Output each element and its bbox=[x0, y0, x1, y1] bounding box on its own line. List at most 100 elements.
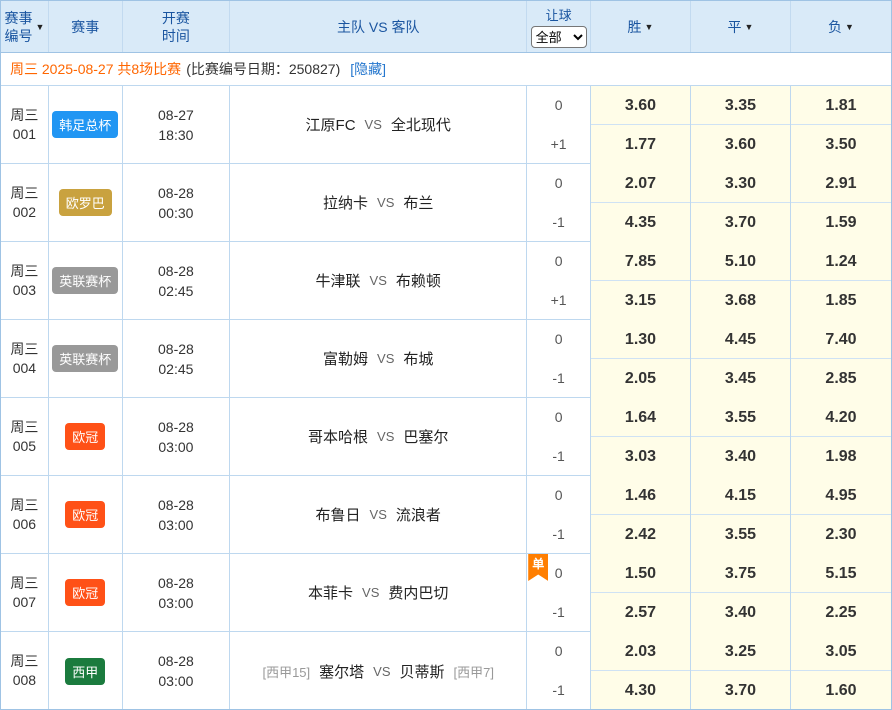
win-odds-column: 2.03 4.30 bbox=[591, 632, 691, 710]
caret-down-icon: ▼ bbox=[645, 22, 654, 32]
odds-cell-draw-line0[interactable]: 4.15 bbox=[691, 476, 790, 515]
odds-cell-lose-line0[interactable]: 4.20 bbox=[791, 398, 891, 437]
header-lose[interactable]: 负 ▼ bbox=[791, 1, 891, 52]
teams-cell[interactable]: 江原FC VS 全北现代 bbox=[230, 86, 527, 163]
handicap-cell: 0 -1 bbox=[527, 476, 591, 553]
odds-cell-lose-line0[interactable]: 4.95 bbox=[791, 476, 891, 515]
teams-cell[interactable]: 富勒姆 VS 布城 bbox=[230, 320, 527, 397]
teams-cell[interactable]: 拉纳卡 VS 布兰 bbox=[230, 164, 527, 241]
odds-cell-win-line0[interactable]: 3.60 bbox=[591, 86, 690, 125]
win-odds-column: 1.50 2.57 bbox=[591, 554, 691, 631]
vs-label: VS bbox=[362, 585, 379, 600]
odds-cell-lose-line1[interactable]: 2.85 bbox=[791, 359, 891, 398]
odds-cell-win-line1[interactable]: 2.42 bbox=[591, 515, 690, 554]
odds-cell-draw-line1[interactable]: 3.40 bbox=[691, 593, 790, 632]
time-cell: 08-27 18:30 bbox=[123, 86, 231, 163]
time-cell: 08-28 03:00 bbox=[123, 398, 231, 475]
odds-cell-lose-line0[interactable]: 7.40 bbox=[791, 320, 891, 359]
handicap-value: 0 bbox=[527, 242, 590, 281]
match-no-cell: 周三 005 bbox=[1, 398, 49, 475]
hide-link[interactable]: [隐藏] bbox=[350, 59, 386, 79]
odds-cell-lose-line1[interactable]: 1.60 bbox=[791, 671, 891, 710]
odds-cell-win-line1[interactable]: 3.15 bbox=[591, 281, 690, 320]
odds-cell-win-line1[interactable]: 4.35 bbox=[591, 203, 690, 242]
match-time: 03:00 bbox=[158, 437, 193, 457]
lose-odds-column: 4.20 1.98 bbox=[791, 398, 891, 475]
teams-cell[interactable]: 布鲁日 VS 流浪者 bbox=[230, 476, 527, 553]
match-number: 002 bbox=[13, 203, 36, 222]
odds-cell-lose-line0[interactable]: 3.05 bbox=[791, 632, 891, 671]
odds-cell-win-line0[interactable]: 1.50 bbox=[591, 554, 690, 593]
odds-cell-draw-line1[interactable]: 3.55 bbox=[691, 515, 790, 554]
lose-odds-column: 1.81 3.50 bbox=[791, 86, 891, 163]
odds-cell-win-line0[interactable]: 1.64 bbox=[591, 398, 690, 437]
teams-cell[interactable]: 本菲卡 VS 费内巴切 bbox=[230, 554, 527, 631]
odds-cell-draw-line1[interactable]: 3.60 bbox=[691, 125, 790, 164]
odds-cell-draw-line1[interactable]: 3.40 bbox=[691, 437, 790, 476]
odds-cell-win-line0[interactable]: 7.85 bbox=[591, 242, 690, 281]
handicap-cell: 0 +1 bbox=[527, 242, 591, 319]
odds-cell-lose-line0[interactable]: 1.24 bbox=[791, 242, 891, 281]
odds-cell-win-line0[interactable]: 2.03 bbox=[591, 632, 690, 671]
home-team: 拉纳卡 bbox=[323, 192, 368, 213]
match-no-cell: 周三 002 bbox=[1, 164, 49, 241]
odds-cell-lose-line0[interactable]: 1.81 bbox=[791, 86, 891, 125]
odds-cell-win-line1[interactable]: 2.05 bbox=[591, 359, 690, 398]
caret-down-icon: ▼ bbox=[845, 22, 854, 32]
league-badge: 英联赛杯 bbox=[52, 267, 118, 294]
odds-cell-draw-line0[interactable]: 4.45 bbox=[691, 320, 790, 359]
odds-cell-lose-line0[interactable]: 5.15 bbox=[791, 554, 891, 593]
lose-odds-column: 5.15 2.25 bbox=[791, 554, 891, 631]
odds-cell-draw-line0[interactable]: 3.35 bbox=[691, 86, 790, 125]
odds-cell-draw-line0[interactable]: 3.55 bbox=[691, 398, 790, 437]
match-no-cell: 周三 008 bbox=[1, 632, 49, 710]
teams-cell[interactable]: 牛津联 VS 布赖顿 bbox=[230, 242, 527, 319]
match-no-cell: 周三 004 bbox=[1, 320, 49, 397]
match-row: 周三 002 欧罗巴 08-28 00:30 拉纳卡 VS 布兰 0 -1 2.… bbox=[1, 164, 891, 242]
odds-cell-lose-line1[interactable]: 1.59 bbox=[791, 203, 891, 242]
odds-cell-win-line0[interactable]: 1.46 bbox=[591, 476, 690, 515]
teams-cell[interactable]: [西甲15] 塞尔塔 VS 贝蒂斯 [西甲7] bbox=[230, 632, 527, 710]
match-row: 周三 006 欧冠 08-28 03:00 布鲁日 VS 流浪者 0 -1 1.… bbox=[1, 476, 891, 554]
odds-cell-win-line1[interactable]: 4.30 bbox=[591, 671, 690, 710]
header-match-no[interactable]: 赛事 编号 ▼ bbox=[1, 1, 49, 52]
handicap-cell: 0 +1 bbox=[527, 86, 591, 163]
odds-cell-lose-line1[interactable]: 1.85 bbox=[791, 281, 891, 320]
odds-cell-draw-line0[interactable]: 5.10 bbox=[691, 242, 790, 281]
match-date: 08-28 bbox=[158, 573, 194, 593]
odds-cell-draw-line1[interactable]: 3.70 bbox=[691, 203, 790, 242]
odds-table: 赛事 编号 ▼ 赛事 开赛 时间 主队 VS 客队 让球 全部 bbox=[0, 0, 892, 710]
odds-cell-win-line0[interactable]: 2.07 bbox=[591, 164, 690, 203]
odds-cell-win-line1[interactable]: 1.77 bbox=[591, 125, 690, 164]
header-win[interactable]: 胜 ▼ bbox=[591, 1, 691, 52]
odds-cell-draw-line1[interactable]: 3.68 bbox=[691, 281, 790, 320]
odds-cell-win-line1[interactable]: 2.57 bbox=[591, 593, 690, 632]
handicap-filter-select[interactable]: 全部 bbox=[531, 26, 587, 48]
odds-cell-lose-line0[interactable]: 2.91 bbox=[791, 164, 891, 203]
league-cell: 英联赛杯 bbox=[49, 242, 123, 319]
vs-label: VS bbox=[365, 117, 382, 132]
odds-cell-lose-line1[interactable]: 1.98 bbox=[791, 437, 891, 476]
odds-cell-draw-line0[interactable]: 3.30 bbox=[691, 164, 790, 203]
handicap-value: -1 bbox=[527, 593, 590, 632]
header-draw[interactable]: 平 ▼ bbox=[691, 1, 791, 52]
odds-cell-win-line0[interactable]: 1.30 bbox=[591, 320, 690, 359]
league-cell: 欧冠 bbox=[49, 398, 123, 475]
odds-cell-draw-line1[interactable]: 3.70 bbox=[691, 671, 790, 710]
league-badge: 英联赛杯 bbox=[52, 345, 118, 372]
match-time: 02:45 bbox=[158, 359, 193, 379]
match-date: 08-28 bbox=[158, 183, 194, 203]
win-odds-column: 1.64 3.03 bbox=[591, 398, 691, 475]
handicap-value: +1 bbox=[527, 125, 590, 164]
handicap-cell: 0 -1 bbox=[527, 398, 591, 475]
odds-cell-lose-line1[interactable]: 2.30 bbox=[791, 515, 891, 554]
odds-cell-draw-line1[interactable]: 3.45 bbox=[691, 359, 790, 398]
odds-cell-lose-line1[interactable]: 3.50 bbox=[791, 125, 891, 164]
odds-cell-lose-line1[interactable]: 2.25 bbox=[791, 593, 891, 632]
caret-down-icon: ▼ bbox=[35, 22, 44, 32]
teams-cell[interactable]: 哥本哈根 VS 巴塞尔 bbox=[230, 398, 527, 475]
match-time: 03:00 bbox=[158, 593, 193, 613]
odds-cell-win-line1[interactable]: 3.03 bbox=[591, 437, 690, 476]
odds-cell-draw-line0[interactable]: 3.25 bbox=[691, 632, 790, 671]
odds-cell-draw-line0[interactable]: 3.75 bbox=[691, 554, 790, 593]
